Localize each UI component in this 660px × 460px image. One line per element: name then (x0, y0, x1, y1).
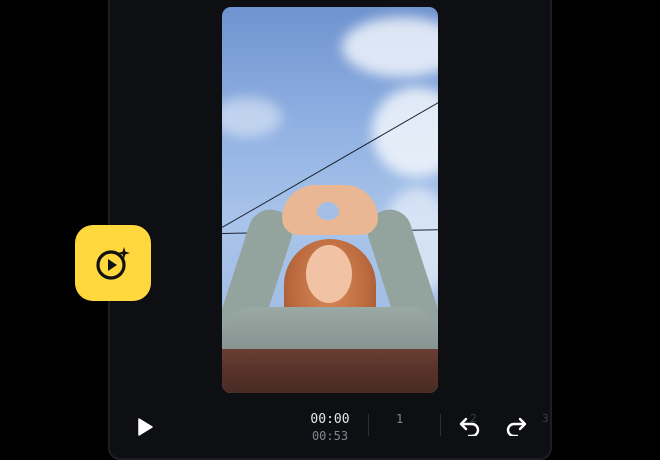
wooden-railing (222, 349, 438, 393)
play-button[interactable] (136, 418, 154, 440)
undo-button[interactable] (459, 416, 481, 440)
face (306, 245, 352, 303)
cloud (372, 87, 438, 177)
video-preview[interactable] (222, 7, 438, 393)
redo-icon (506, 417, 527, 438)
divider (440, 414, 441, 436)
divider (368, 414, 369, 436)
undo-icon (459, 417, 480, 438)
play-icon (138, 418, 153, 436)
counter: 1 (396, 412, 404, 426)
current-time: 00:00 (310, 412, 350, 427)
total-time: 00:53 (311, 429, 349, 443)
faded-number: 3 (542, 412, 549, 425)
sparkle-play-icon (96, 247, 130, 280)
heart-gap (317, 202, 339, 220)
app-logo (75, 225, 151, 301)
cloud (222, 97, 282, 137)
cloud (342, 17, 438, 77)
redo-button[interactable] (505, 416, 527, 440)
